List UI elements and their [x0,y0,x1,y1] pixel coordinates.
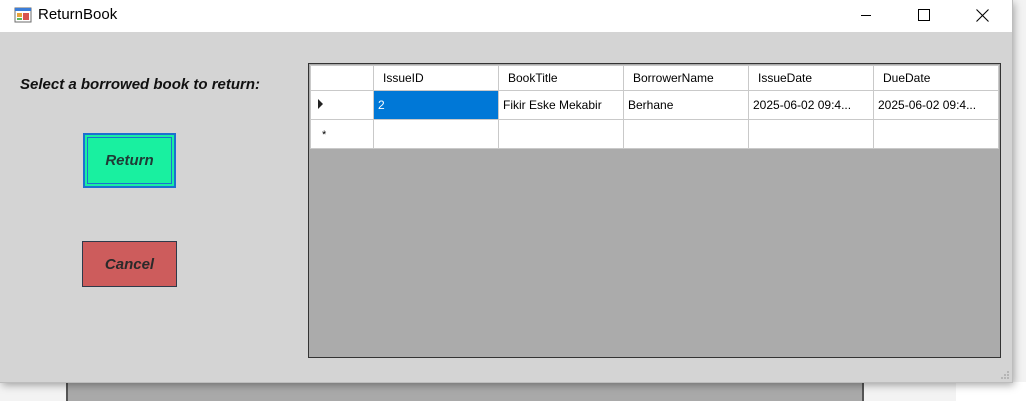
close-icon [975,8,989,22]
title-bar[interactable]: ReturnBook [0,0,1012,32]
minimize-icon [861,15,871,16]
new-cell-issueid[interactable] [373,119,499,149]
app-form-icon [14,7,32,23]
cell-issueid[interactable]: 2 [373,90,499,120]
return-button[interactable]: Return [83,133,176,188]
new-cell-duedate[interactable] [873,119,999,149]
issued-books-grid[interactable]: IssueID BookTitle BorrowerName IssueDate… [308,63,1001,358]
grid-corner-header[interactable] [310,65,374,91]
new-cell-booktitle[interactable] [498,119,624,149]
minimize-button[interactable] [838,0,894,30]
cell-booktitle[interactable]: Fikir Eske Mekabir [498,90,624,120]
row-header-new[interactable]: * [310,119,374,149]
cell-issuedate[interactable]: 2025-06-02 09:4... [748,90,874,120]
row-header-current[interactable] [310,90,374,120]
cell-duedate[interactable]: 2025-06-02 09:4... [873,90,999,120]
return-book-window: ReturnBook Select a borrowed book to ret… [0,0,1012,382]
column-header-booktitle[interactable]: BookTitle [498,65,624,91]
column-header-borrowername[interactable]: BorrowerName [623,65,749,91]
background-app-panel [66,382,864,401]
maximize-button[interactable] [896,0,952,30]
column-header-issueid[interactable]: IssueID [373,65,499,91]
select-book-label: Select a borrowed book to return: [20,76,261,93]
maximize-icon [918,9,930,21]
window-title: ReturnBook [38,6,118,23]
current-row-arrow-icon [318,99,323,109]
close-button[interactable] [954,0,1010,30]
table-row[interactable]: 2 Fikir Eske Mekabir Berhane 2025-06-02 … [310,90,999,120]
cell-borrowername[interactable]: Berhane [623,90,749,120]
new-row-marker: * [322,129,327,141]
background-app-area [956,382,1026,401]
column-header-issuedate[interactable]: IssueDate [748,65,874,91]
new-cell-borrowername[interactable] [623,119,749,149]
resize-grip-icon[interactable] [1000,370,1010,380]
new-cell-issuedate[interactable] [748,119,874,149]
grid-header-row: IssueID BookTitle BorrowerName IssueDate… [310,65,999,91]
column-header-duedate[interactable]: DueDate [873,65,999,91]
cancel-button[interactable]: Cancel [82,241,177,287]
new-row[interactable]: * [310,119,999,149]
grid-table: IssueID BookTitle BorrowerName IssueDate… [310,65,999,149]
